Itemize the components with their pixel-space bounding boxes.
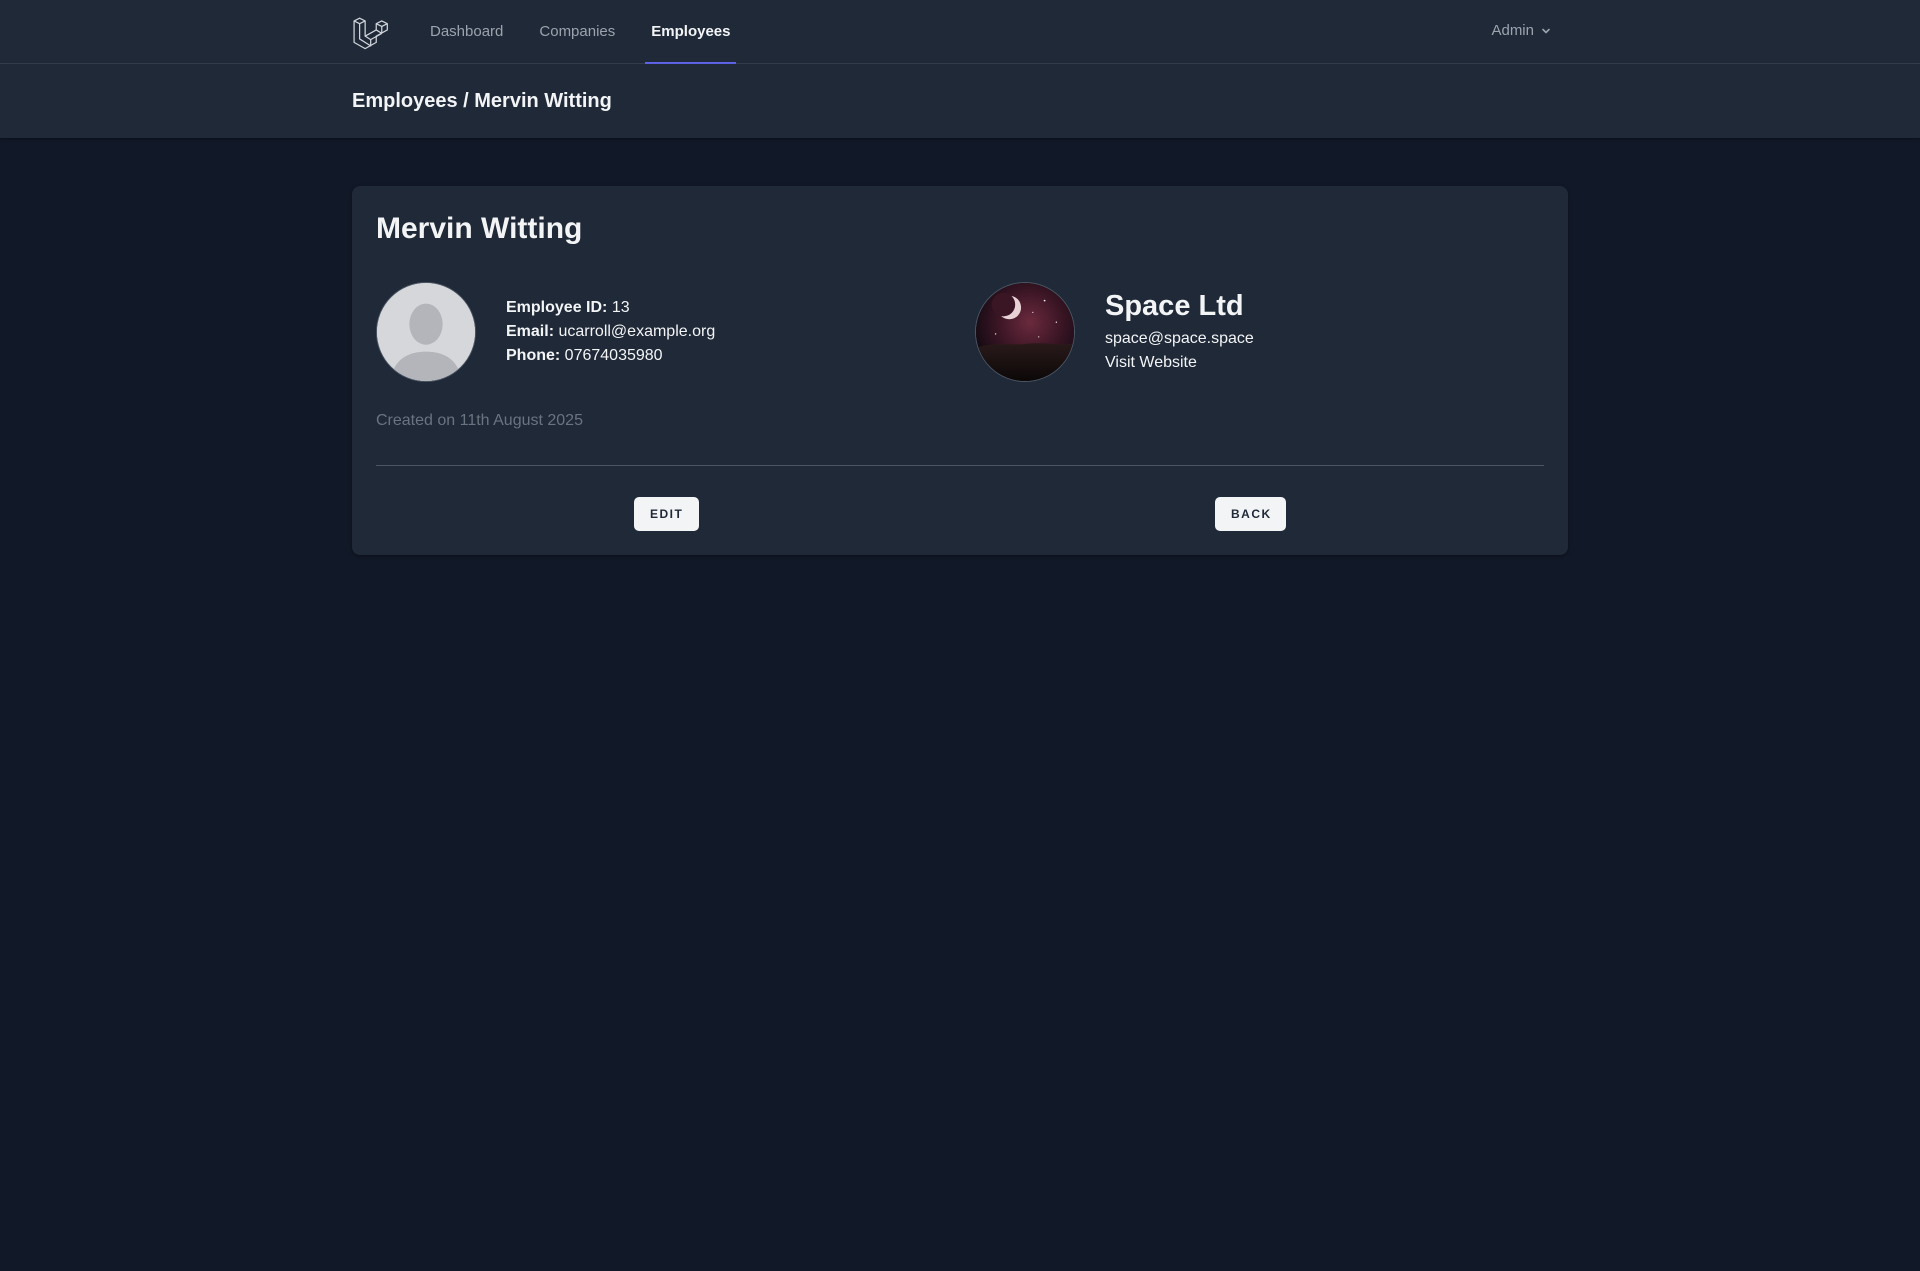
visit-website-link[interactable]: Visit Website [1105, 354, 1197, 372]
employee-phone: 07674035980 [564, 347, 663, 364]
divider [376, 465, 1544, 466]
employee-id-row: Employee ID: 13 [506, 296, 715, 320]
user-menu-dropdown[interactable]: Admin [1491, 0, 1552, 63]
employee-email-label: Email: [506, 323, 555, 340]
default-person-avatar-icon [377, 283, 475, 381]
employee-email-row: Email: ucarroll@example.org [506, 320, 715, 344]
employee-avatar [376, 282, 476, 382]
company-logo [975, 282, 1075, 382]
employee-id-label: Employee ID: [506, 299, 608, 316]
employee-phone-row: Phone: 07674035980 [506, 344, 715, 368]
employee-email: ucarroll@example.org [558, 323, 716, 340]
laravel-logo-icon[interactable] [352, 0, 388, 63]
top-navigation: Dashboard Companies Employees Admin [0, 0, 1920, 64]
space-moon-logo-icon [976, 283, 1074, 381]
employee-details: Employee ID: 13 Email: ucarroll@example.… [506, 296, 715, 368]
created-date: Created on 11th August 2025 [376, 412, 583, 429]
edit-button[interactable]: EDIT [634, 497, 699, 531]
nav-dashboard[interactable]: Dashboard [426, 0, 507, 63]
employee-phone-label: Phone: [506, 347, 561, 364]
employee-card: Mervin Witting Employee ID: 13 Email: uc… [352, 186, 1568, 555]
breadcrumb: Employees / Mervin Witting [352, 90, 612, 112]
top-navigation-inner: Dashboard Companies Employees Admin [352, 0, 1568, 64]
page-header: Employees / Mervin Witting [0, 64, 1920, 138]
back-button[interactable]: BACK [1215, 497, 1286, 531]
nav-employees[interactable]: Employees [645, 0, 737, 64]
chevron-down-icon [1540, 25, 1552, 37]
company-email: space@space.space [1105, 330, 1254, 347]
employee-name: Mervin Witting [376, 212, 583, 245]
company-name: Space Ltd [1105, 290, 1244, 322]
user-menu-name: Admin [1491, 22, 1534, 39]
nav-companies[interactable]: Companies [535, 0, 619, 63]
employee-id: 13 [611, 299, 630, 316]
